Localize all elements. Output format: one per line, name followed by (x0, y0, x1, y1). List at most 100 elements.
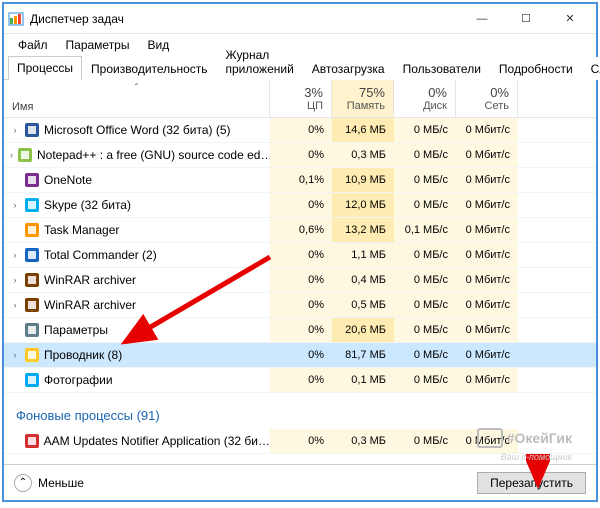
taskmgr-icon (8, 11, 24, 27)
process-name-label: Параметры (44, 323, 108, 337)
network-cell: 0 Мбит/с (456, 218, 518, 242)
network-cell: 0 Мбит/с (456, 318, 518, 342)
process-name-label: Task Manager (44, 223, 119, 237)
tab-1[interactable]: Производительность (82, 57, 216, 80)
titlebar[interactable]: Диспетчер задач — ☐ ✕ (4, 4, 596, 34)
fewer-details-label[interactable]: Меньше (38, 476, 84, 490)
process-name-cell: ›Проводник (8) (4, 347, 270, 363)
process-name-cell: › Microsoft Office Word (32 бита) (5) (4, 122, 270, 138)
process-name-label: WinRAR archiver (44, 273, 136, 287)
process-row[interactable]: › WinRAR archiver 0%0,4 МБ0 МБ/с0 Мбит/с (4, 268, 596, 293)
process-name-cell: Фотографии (4, 372, 270, 388)
cpu-cell: 0% (270, 143, 332, 167)
expand-icon[interactable]: › (10, 350, 20, 360)
memory-cell: 0,4 МБ (332, 268, 394, 292)
memory-cell: 0,5 МБ (332, 293, 394, 317)
memory-cell: 12,0 МБ (332, 193, 394, 217)
header-name[interactable]: ⌃ Имя (4, 80, 270, 117)
expand-icon[interactable]: › (10, 200, 20, 210)
disk-cell: 0 МБ/с (394, 343, 456, 367)
tab-5[interactable]: Подробности (490, 57, 582, 80)
process-name-cell: OneNote (4, 172, 270, 188)
memory-cell: 14,6 МБ (332, 118, 394, 142)
process-row[interactable]: ›Проводник (8)0%81,7 МБ0 МБ/с0 Мбит/с (4, 343, 596, 368)
process-row[interactable]: ›Microsoft Office Word (32 бита) (5)0%14… (4, 118, 596, 143)
photos-icon (24, 372, 40, 388)
menu-options[interactable]: Параметры (58, 36, 138, 54)
process-name-label: Microsoft Office Word (32 бита) (5) (44, 123, 231, 137)
tab-3[interactable]: Автозагрузка (303, 57, 394, 80)
cpu-cell: 0,6% (270, 218, 332, 242)
process-row[interactable]: ›Total Commander (2)0%1,1 МБ0 МБ/с0 Мбит… (4, 243, 596, 268)
expand-icon[interactable]: › (10, 250, 20, 260)
process-name-label: Skype (32 бита) (44, 198, 131, 212)
disk-cell: 0 МБ/с (394, 118, 456, 142)
collapse-button[interactable]: ⌃ (14, 474, 32, 492)
background-processes-header: Фоновые процессы (91) (4, 393, 596, 429)
process-row[interactable]: AAM Updates Notifier Application (32 би…… (4, 429, 596, 454)
restart-button-label: Перезапустить (490, 476, 573, 490)
network-cell: 0 Мбит/с (456, 143, 518, 167)
memory-cell: 81,7 МБ (332, 343, 394, 367)
header-cpu[interactable]: 3% ЦП (270, 80, 332, 117)
header-memory[interactable]: 75% Память (332, 80, 394, 117)
npp-icon (17, 147, 33, 163)
memory-cell: 0,3 МБ (332, 143, 394, 167)
expand-icon[interactable]: › (10, 125, 20, 135)
expand-icon[interactable]: › (10, 150, 13, 160)
winrar-icon (24, 272, 40, 288)
cpu-cell: 0% (270, 243, 332, 267)
expand-icon[interactable]: › (10, 300, 20, 310)
cpu-cell: 0% (270, 318, 332, 342)
header-network[interactable]: 0% Сеть (456, 80, 518, 117)
memory-cell: 13,2 МБ (332, 218, 394, 242)
process-row[interactable]: ›WinRAR archiver0%0,5 МБ0 МБ/с0 Мбит/с (4, 293, 596, 318)
network-cell: 0 Мбит/с (456, 268, 518, 292)
menu-file[interactable]: Файл (10, 36, 56, 54)
menu-view[interactable]: Вид (139, 36, 177, 54)
memory-cell: 0,3 МБ (332, 429, 394, 453)
process-row[interactable]: Параметры0%20,6 МБ0 МБ/с0 Мбит/с (4, 318, 596, 343)
process-name-label: Total Commander (2) (44, 248, 157, 262)
adobe-icon (24, 433, 40, 449)
taskmgr-icon (24, 222, 40, 238)
cpu-cell: 0% (270, 268, 332, 292)
explorer-icon (24, 347, 40, 363)
process-row[interactable]: OneNote0,1%10,9 МБ0 МБ/с0 Мбит/с (4, 168, 596, 193)
process-row[interactable]: ›Notepad++ : a free (GNU) source code ed… (4, 143, 596, 168)
expand-icon[interactable]: › (10, 275, 20, 285)
cpu-cell: 0% (270, 293, 332, 317)
totcmd-icon (24, 247, 40, 263)
tab-0[interactable]: Процессы (8, 56, 82, 80)
process-list: ›Microsoft Office Word (32 бита) (5)0%14… (4, 118, 596, 464)
disk-cell: 0 МБ/с (394, 243, 456, 267)
process-row[interactable]: Task Manager 0,6%13,2 МБ0,1 МБ/с0 Мбит/с (4, 218, 596, 243)
process-name-label: AAM Updates Notifier Application (32 би… (44, 434, 270, 448)
cpu-cell: 0,1% (270, 168, 332, 192)
process-name-cell: Параметры (4, 322, 270, 338)
close-button[interactable]: ✕ (548, 5, 592, 33)
window-title: Диспетчер задач (30, 12, 460, 26)
process-name-cell: › WinRAR archiver (4, 272, 270, 288)
disk-cell: 0,1 МБ/с (394, 218, 456, 242)
process-row[interactable]: ›Skype (32 бита)0%12,0 МБ0 МБ/с0 Мбит/с (4, 193, 596, 218)
disk-cell: 0 МБ/с (394, 268, 456, 292)
disk-cell: 0 МБ/с (394, 429, 456, 453)
memory-cell: 10,9 МБ (332, 168, 394, 192)
process-name-cell: › Total Commander (2) (4, 247, 270, 263)
process-row[interactable]: Фотографии0%0,1 МБ0 МБ/с0 Мбит/с (4, 368, 596, 393)
header-disk[interactable]: 0% Диск (394, 80, 456, 117)
tab-2[interactable]: Журнал приложений (217, 43, 303, 80)
header-name-label: Имя (12, 101, 33, 113)
header-cpu-label: ЦП (307, 100, 323, 112)
maximize-button[interactable]: ☐ (504, 5, 548, 33)
tabstrip: ПроцессыПроизводительностьЖурнал приложе… (4, 56, 596, 80)
network-cell: 0 Мбит/с (456, 168, 518, 192)
header-disk-pct: 0% (428, 85, 447, 100)
tab-6[interactable]: Службы (582, 57, 600, 80)
memory-cell: 1,1 МБ (332, 243, 394, 267)
restart-button[interactable]: Перезапустить (477, 472, 586, 494)
minimize-button[interactable]: — (460, 5, 504, 33)
tab-4[interactable]: Пользователи (394, 57, 490, 80)
process-name-cell: AAM Updates Notifier Application (32 би… (4, 433, 270, 449)
